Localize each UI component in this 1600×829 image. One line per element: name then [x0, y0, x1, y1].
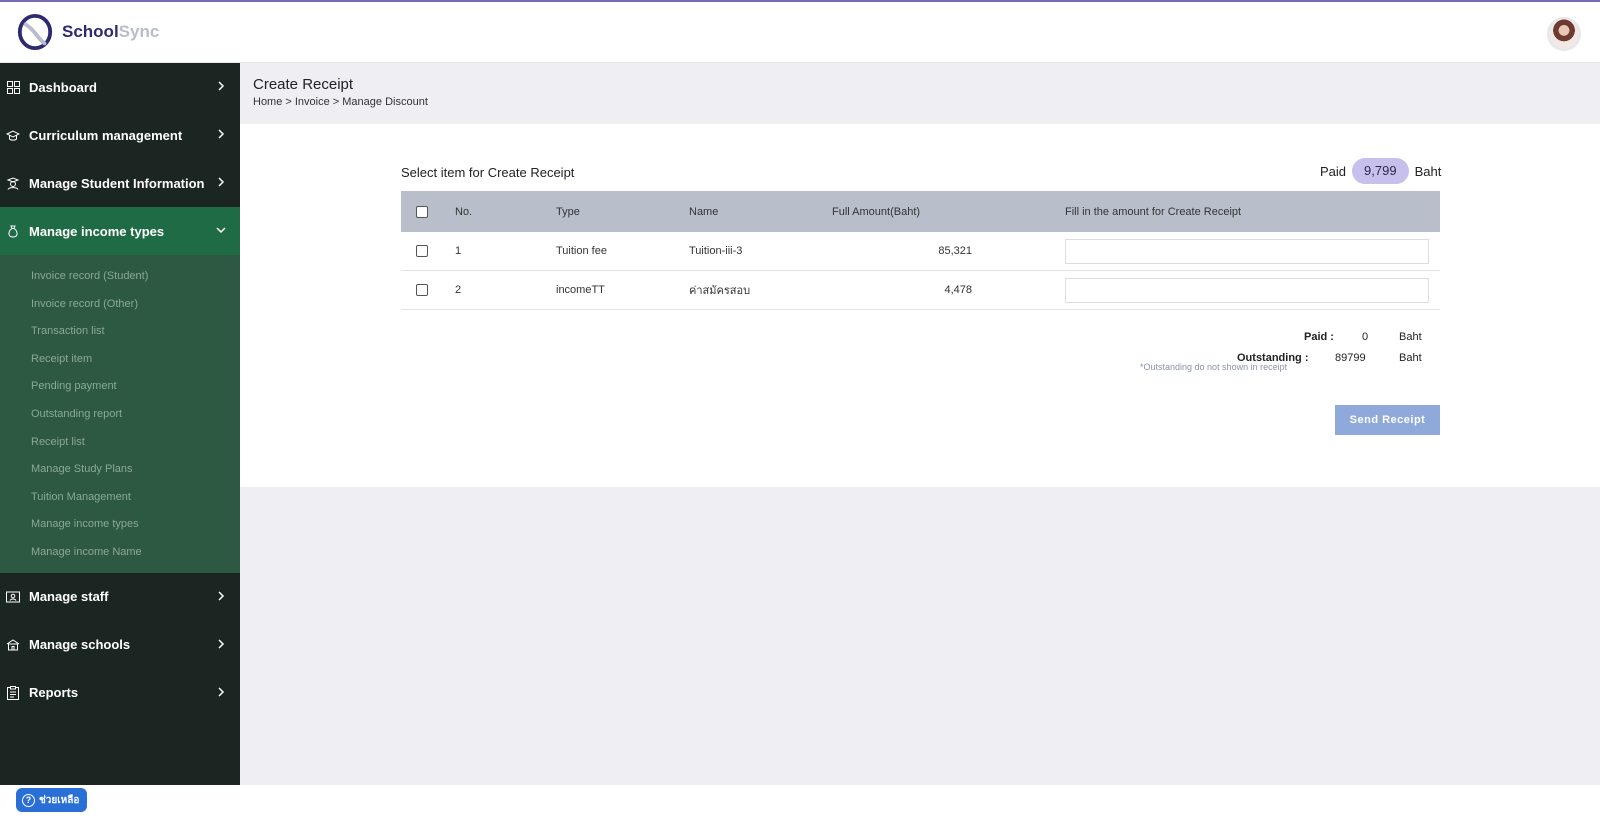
column-header-name: Name [689, 205, 719, 218]
app-logo[interactable]: SchoolSync [16, 12, 159, 52]
column-header-full-amount: Full Amount(Baht) [832, 205, 921, 218]
logo-mark-icon [17, 13, 53, 51]
sidebar-item-schools[interactable]: Manage schools [0, 621, 240, 669]
student-icon [6, 176, 20, 190]
paid-label: Paid [1320, 163, 1347, 179]
row-no: 1 [455, 245, 462, 257]
column-header-type: Type [556, 205, 580, 218]
help-button[interactable]: ? ช่วยเหลือ [16, 788, 88, 812]
logo-text: SchoolSync [62, 22, 159, 42]
sidebar-item-label: Manage Student Information [29, 175, 205, 191]
row-name: ค่าสมัครสอบ [689, 285, 751, 297]
submenu-item[interactable]: Receipt list [0, 429, 240, 457]
sidebar-item-label: Curriculum management [29, 127, 183, 143]
select-all-checkbox[interactable] [416, 205, 428, 218]
income-submenu: Invoice record (Student) Invoice record … [0, 255, 240, 573]
totals-outstanding-unit: Baht [1399, 352, 1422, 364]
table-row: 2 incomeTT ค่าสมัครสอบ 4,478 [401, 271, 1440, 310]
column-header-no: No. [455, 205, 473, 218]
chevron-right-icon [218, 177, 225, 187]
sidebar-item-label: Manage schools [29, 637, 131, 653]
paid-unit: Baht [1414, 163, 1442, 179]
row-full-amount: 4,478 [944, 284, 972, 296]
row-checkbox[interactable] [416, 245, 428, 257]
column-header-fill-amount: Fill in the amount for Create Receipt [1065, 205, 1242, 218]
receipt-items-table: No. Type Name Full Amount(Baht) Fill in … [401, 191, 1440, 310]
row-amount-input[interactable] [1065, 239, 1429, 264]
row-checkbox[interactable] [416, 284, 428, 296]
submenu-item[interactable]: Invoice record (Other) [0, 291, 240, 319]
totals-outstanding-value: 89799 [1335, 352, 1366, 364]
totals-paid-label: Paid : [1304, 331, 1334, 343]
submenu-item[interactable]: Manage income types [0, 511, 240, 539]
table-row: 1 Tuition fee Tuition-iii-3 85,321 [401, 232, 1440, 271]
table-header: No. Type Name Full Amount(Baht) Fill in … [401, 191, 1440, 232]
sidebar-item-label: Manage staff [29, 589, 109, 605]
row-type: incomeTT [556, 284, 605, 296]
submenu-item[interactable]: Outstanding report [0, 401, 240, 429]
outstanding-note: *Outstanding do not shown in receipt [1140, 362, 1288, 372]
help-circle-icon: ? [22, 793, 35, 807]
money-bag-icon [6, 224, 20, 238]
paid-amount-badge: 9,799 [1352, 158, 1409, 184]
row-no: 2 [455, 284, 462, 296]
sidebar-item-dashboard[interactable]: Dashboard [0, 63, 240, 111]
row-amount-input[interactable] [1065, 278, 1429, 303]
sidebar-item-label: Dashboard [29, 79, 97, 95]
main-content: Create Receipt Home > Invoice > Manage D… [240, 63, 1600, 785]
row-name: Tuition-iii-3 [689, 245, 743, 257]
page-title: Create Receipt [253, 76, 354, 93]
sidebar-item-reports[interactable]: Reports [0, 669, 240, 717]
submenu-item[interactable]: Pending payment [0, 373, 240, 401]
logo-text-sync: Sync [118, 22, 160, 41]
totals-paid-unit: Baht [1399, 331, 1422, 343]
clipboard-icon [6, 685, 20, 700]
logo-text-school: School [62, 22, 119, 41]
submenu-item[interactable]: Receipt item [0, 346, 240, 374]
submenu-item[interactable]: Manage Study Plans [0, 456, 240, 484]
sidebar-item-label: Reports [29, 685, 79, 701]
user-avatar[interactable] [1547, 17, 1581, 51]
chevron-right-icon [218, 129, 225, 139]
school-icon [6, 638, 20, 652]
sidebar-item-curriculum[interactable]: Curriculum management [0, 111, 240, 159]
send-receipt-button[interactable]: Send Receipt [1335, 405, 1440, 435]
sidebar-item-label: Manage income types [29, 223, 165, 239]
top-bar: SchoolSync [0, 2, 1600, 63]
submenu-item[interactable]: Tuition Management [0, 484, 240, 512]
submenu-item[interactable]: Transaction list [0, 318, 240, 346]
sidebar-item-staff[interactable]: Manage staff [0, 573, 240, 621]
totals-paid-value: 0 [1362, 331, 1369, 343]
chevron-right-icon [218, 639, 225, 649]
help-label: ช่วยเหลือ [39, 794, 80, 806]
sidebar: Dashboard Curriculum management Manage S… [0, 63, 240, 785]
sidebar-item-student-info[interactable]: Manage Student Information [0, 159, 240, 207]
chevron-down-icon [216, 227, 226, 234]
receipt-card: Select item for Create Receipt Paid 9,79… [240, 124, 1600, 487]
paid-summary: Paid 9,799 Baht [1320, 158, 1441, 184]
sidebar-item-income-types[interactable]: Manage income types [0, 207, 240, 255]
grid-icon [6, 80, 20, 94]
submenu-item[interactable]: Invoice record (Student) [0, 263, 240, 291]
chevron-right-icon [218, 591, 225, 601]
chevron-right-icon [218, 81, 225, 91]
id-card-icon [6, 590, 20, 604]
select-items-title: Select item for Create Receipt [401, 165, 575, 180]
submenu-item[interactable]: Manage income Name [0, 539, 240, 567]
chevron-right-icon [218, 687, 225, 697]
row-full-amount: 85,321 [938, 245, 972, 257]
row-type: Tuition fee [556, 245, 607, 257]
graduation-cap-icon [6, 128, 20, 142]
breadcrumb: Home > Invoice > Manage Discount [253, 96, 428, 108]
